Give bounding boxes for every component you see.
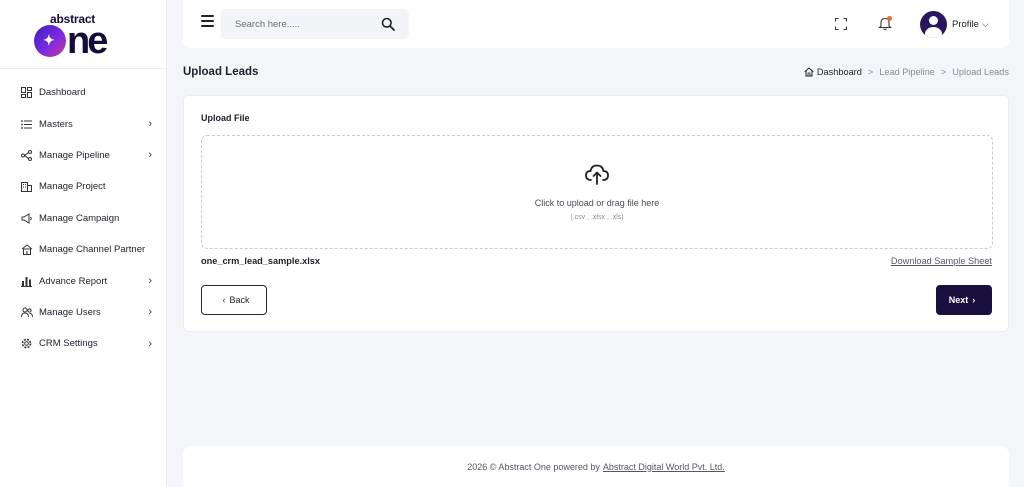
menu-toggle-icon[interactable] (201, 15, 214, 27)
sidebar-item-manage-users[interactable]: Manage Users › (0, 297, 166, 328)
dropzone-instruction: Click to upload or drag file here (534, 198, 660, 208)
sidebar-item-masters[interactable]: Masters › (0, 108, 166, 139)
breadcrumb-separator: > (940, 67, 947, 77)
sidebar-item-label: Masters (39, 118, 73, 130)
sidebar-item-label: Advance Report (39, 275, 108, 287)
building-icon (20, 180, 33, 193)
sidebar-item-manage-pipeline[interactable]: Manage Pipeline › (0, 140, 166, 171)
list-icon (20, 118, 33, 131)
sidebar-item-label: Manage Pipeline (39, 149, 110, 161)
dropzone-file-types: (.csv , .xlsx , .xls) (570, 214, 624, 221)
footer: 2026 © Abstract One powered by Abstract … (183, 446, 1009, 487)
sidebar-item-label: CRM Settings (39, 338, 98, 350)
sidebar-item-label: Manage Project (39, 181, 106, 193)
breadcrumb-current: Upload Leads (952, 67, 1009, 77)
brand-logo-o-icon (34, 25, 66, 57)
bar-chart-icon (20, 275, 33, 288)
notification-bell-icon[interactable] (878, 16, 892, 31)
sidebar-nav: Dashboard Masters › Manage Pipeline › Ma… (0, 69, 166, 360)
chevron-right-icon: › (972, 295, 976, 305)
chevron-right-icon: › (148, 149, 152, 162)
chevron-right-icon: › (148, 118, 152, 131)
breadcrumb-separator: > (867, 67, 874, 77)
fullscreen-icon[interactable] (835, 18, 847, 30)
chevron-down-icon: ⌵ (981, 19, 989, 29)
footer-text: 2026 © Abstract One powered by (467, 461, 600, 472)
sidebar-item-label: Manage Channel Partner (39, 244, 146, 256)
pipeline-icon (20, 149, 33, 162)
upload-card: Upload File Click to upload or drag file… (183, 95, 1009, 332)
partner-icon (20, 243, 33, 256)
chevron-right-icon: › (148, 275, 152, 288)
sidebar-item-label: Manage Campaign (39, 212, 120, 224)
selected-file-name: one_crm_lead_sample.xlsx (201, 256, 320, 266)
sidebar-item-manage-campaign[interactable]: Manage Campaign (0, 203, 166, 234)
next-button[interactable]: Next › (936, 285, 992, 315)
upload-file-label: Upload File (201, 113, 250, 123)
users-icon (20, 306, 33, 319)
download-sample-sheet-link[interactable]: Download Sample Sheet (891, 256, 992, 266)
avatar (920, 11, 947, 38)
dashboard-icon (20, 86, 33, 99)
file-dropzone[interactable]: Click to upload or drag file here (.csv … (201, 135, 993, 249)
sidebar-item-manage-project[interactable]: Manage Project (0, 171, 166, 202)
chevron-right-icon: › (148, 306, 152, 319)
breadcrumb-home-label: Dashboard (816, 67, 862, 77)
gear-icon (20, 337, 33, 350)
notification-dot (887, 16, 892, 21)
brand-logo[interactable]: abstract ne (0, 0, 166, 69)
sidebar-item-dashboard[interactable]: Dashboard (0, 77, 166, 108)
sidebar-item-label: Manage Users (39, 306, 101, 318)
profile-label: Profile (952, 19, 979, 30)
back-button-label: Back (229, 295, 250, 305)
cloud-upload-icon (585, 164, 609, 185)
page-title: Upload Leads (183, 66, 259, 78)
chevron-right-icon: › (148, 337, 152, 350)
sidebar-item-label: Dashboard (39, 87, 86, 99)
top-header: Profile ⌵ (183, 0, 1009, 48)
chevron-left-icon: ‹ (222, 295, 226, 305)
breadcrumb-home[interactable]: Dashboard (804, 67, 862, 77)
breadcrumb: Dashboard > Lead Pipeline > Upload Leads (804, 67, 1009, 77)
megaphone-icon (20, 212, 33, 225)
sidebar-item-advance-report[interactable]: Advance Report › (0, 265, 166, 296)
brand-logo-suffix: ne (67, 20, 108, 62)
sidebar: abstract ne Dashboard Masters › Manage P… (0, 0, 167, 487)
home-icon (804, 67, 814, 77)
brand-logo-big-text: ne (34, 20, 108, 62)
search-box (221, 9, 409, 39)
breadcrumb-lead-pipeline[interactable]: Lead Pipeline (879, 67, 935, 77)
sidebar-item-crm-settings[interactable]: CRM Settings › (0, 328, 166, 359)
back-button[interactable]: ‹ Back (201, 285, 267, 315)
profile-menu[interactable]: Profile ⌵ (920, 11, 989, 38)
search-icon[interactable] (381, 17, 395, 31)
search-input[interactable] (221, 18, 371, 30)
sidebar-item-manage-channel-partner[interactable]: Manage Channel Partner (0, 234, 166, 265)
footer-company-link[interactable]: Abstract Digital World Pvt. Ltd. (603, 462, 725, 472)
next-button-label: Next (948, 295, 969, 305)
